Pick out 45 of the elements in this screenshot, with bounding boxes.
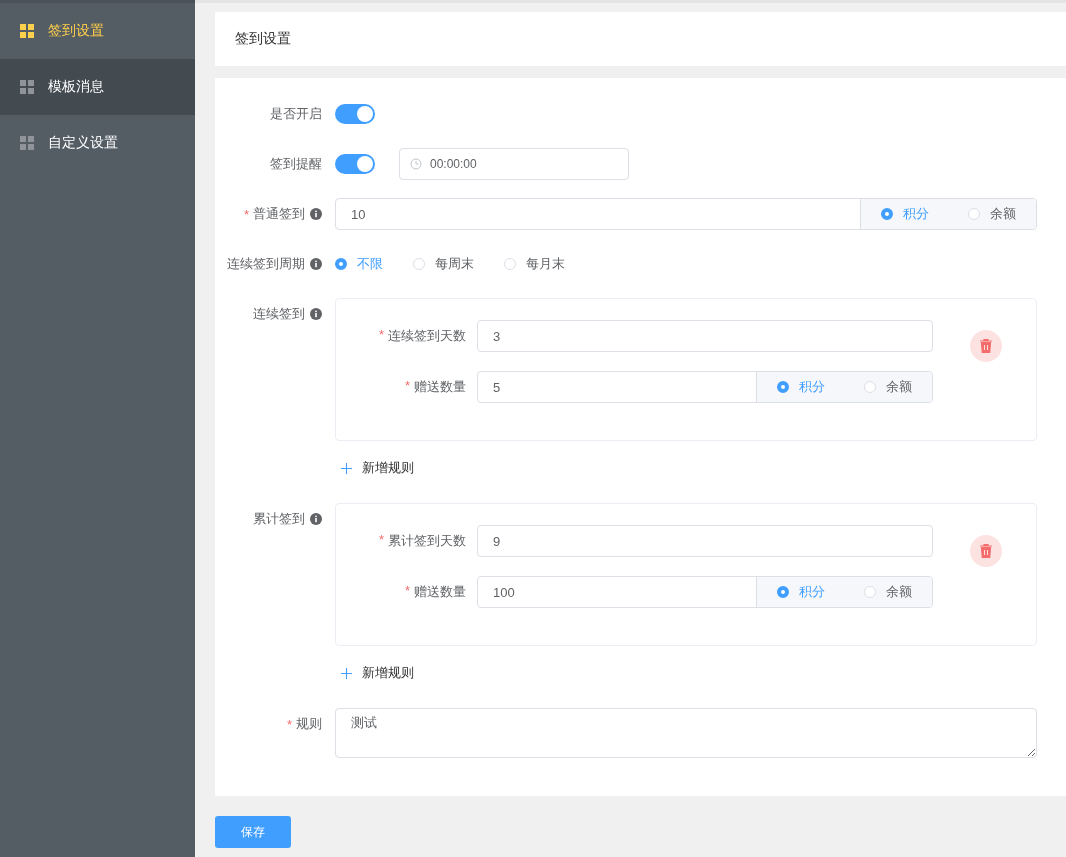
field-label: 累计签到天数 xyxy=(388,532,466,550)
input-field[interactable]: 9 xyxy=(477,525,933,557)
grid-icon xyxy=(20,24,34,38)
trash-icon xyxy=(979,338,993,354)
field-label: 规则 xyxy=(296,715,322,733)
radio-option[interactable]: 每周末 xyxy=(413,255,474,273)
field-label: 连续签到 xyxy=(253,305,305,323)
field-label: 连续签到天数 xyxy=(388,327,466,345)
delete-button[interactable] xyxy=(970,330,1002,362)
info-icon xyxy=(310,308,322,320)
clock-icon xyxy=(410,158,422,170)
required-mark: * xyxy=(378,327,384,344)
page-title: 签到设置 xyxy=(235,30,291,48)
field-label: 是否开启 xyxy=(270,105,322,123)
field-label: 累计签到 xyxy=(253,510,305,528)
required-mark: * xyxy=(243,206,249,222)
field-label: 签到提醒 xyxy=(270,155,322,173)
required-mark: * xyxy=(404,378,410,395)
sidebar-item[interactable]: 签到设置 xyxy=(0,3,195,59)
toggle-switch[interactable] xyxy=(335,154,375,174)
info-icon xyxy=(310,513,322,525)
grid-icon xyxy=(20,80,34,94)
input-field[interactable]: 3 xyxy=(477,320,933,352)
required-mark: * xyxy=(404,583,410,600)
required-mark: * xyxy=(286,716,292,732)
field-label: 赠送数量 xyxy=(414,583,466,601)
field-label: 赠送数量 xyxy=(414,378,466,396)
plus-icon xyxy=(341,462,352,474)
radio-option[interactable]: 每月末 xyxy=(504,255,565,273)
sidebar-item[interactable]: 自定义设置 xyxy=(0,115,195,171)
info-icon xyxy=(310,208,322,220)
add-rule-button[interactable]: 新增规则 xyxy=(335,656,414,690)
required-mark: * xyxy=(378,532,384,549)
grid-icon xyxy=(20,136,34,150)
delete-button[interactable] xyxy=(970,535,1002,567)
field-label: 连续签到周期 xyxy=(227,255,305,273)
field-label: 普通签到 xyxy=(253,205,305,223)
add-rule-button[interactable]: 新增规则 xyxy=(335,451,414,485)
rule-textarea[interactable]: 测试 xyxy=(335,708,1037,758)
sidebar-item[interactable]: 模板消息 xyxy=(0,59,195,115)
info-icon xyxy=(310,258,322,270)
plus-icon xyxy=(341,667,352,679)
toggle-switch[interactable] xyxy=(335,104,375,124)
time-field[interactable]: 00:00:00 xyxy=(399,148,629,180)
trash-icon xyxy=(979,543,993,559)
